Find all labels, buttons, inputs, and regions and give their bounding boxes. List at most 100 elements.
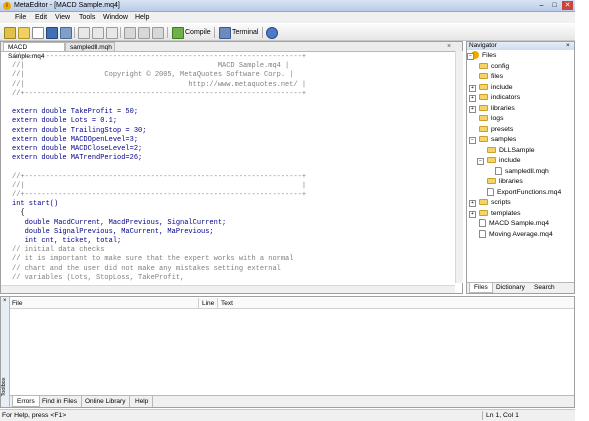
menu-view[interactable]: View <box>55 13 70 22</box>
column-text[interactable]: Text <box>221 299 233 308</box>
tab-search[interactable]: Search <box>530 283 559 293</box>
open-folder-icon[interactable] <box>18 27 30 39</box>
tree-item[interactable]: + include <box>467 83 574 94</box>
tab-find-in-files[interactable]: Find in Files <box>38 396 83 407</box>
tree-item[interactable]: − samples <box>467 135 574 146</box>
tree-expander-icon[interactable]: + <box>469 105 476 113</box>
terminal-button[interactable]: Terminal <box>232 28 258 37</box>
minimize-button[interactable]: – <box>536 1 547 10</box>
tree-item-label: presets <box>491 125 514 133</box>
folder-icon <box>479 62 488 69</box>
tab-dictionary[interactable]: Dictionary <box>492 283 529 293</box>
paste-icon[interactable] <box>106 27 118 39</box>
tree-item[interactable]: + libraries <box>467 104 574 115</box>
new-file-icon[interactable] <box>4 27 16 39</box>
code-line: //+-------------------------------------… <box>12 53 307 61</box>
menu-tools[interactable]: Tools <box>79 13 95 22</box>
toolbar-separator <box>167 27 168 38</box>
copy-icon[interactable] <box>92 27 104 39</box>
editor-vertical-scrollbar[interactable] <box>455 51 463 283</box>
tree-item-label: ExportFunctions.mq4 <box>497 188 562 196</box>
close-tab-icon[interactable]: × <box>447 42 451 51</box>
column-separator[interactable] <box>217 298 218 308</box>
tree-item[interactable]: Moving Average.mq4 <box>467 229 574 241</box>
document-icon[interactable] <box>32 27 44 39</box>
status-bar: For Help, press <F1> Ln 1, Col 1 <box>0 409 575 421</box>
toolbar-separator <box>214 27 215 38</box>
code-line: extern double MACDOpenLevel=3; <box>12 135 139 144</box>
tree-item[interactable]: config <box>467 62 574 73</box>
tree-item[interactable]: files <box>467 72 574 83</box>
save-icon[interactable] <box>46 27 58 39</box>
tree-item[interactable]: sampledll.mqh <box>467 166 574 178</box>
tree-item[interactable]: + templates <box>467 209 574 220</box>
tree-expander-icon[interactable]: − <box>477 158 484 165</box>
column-separator[interactable] <box>198 298 199 308</box>
compile-icon[interactable] <box>172 27 184 39</box>
find-icon[interactable] <box>152 27 164 39</box>
cut-icon[interactable] <box>78 27 90 39</box>
toolbox-tabs: Errors Find in Files Online Library Help <box>10 395 574 407</box>
tree-item[interactable]: logs <box>467 114 574 125</box>
tab-help[interactable]: Help <box>131 396 154 407</box>
code-line: int start() <box>12 200 59 209</box>
tree-item-label: logs <box>491 115 504 122</box>
tab-sampledll[interactable]: sampledll.mqh <box>65 42 115 51</box>
tree-item[interactable]: + indicators <box>467 93 574 104</box>
folder-icon <box>479 83 488 90</box>
tree-expander-icon[interactable]: + <box>469 200 476 207</box>
tree-item[interactable]: DLLSample <box>467 146 574 157</box>
menu-file[interactable]: File <box>15 13 26 22</box>
tree-item[interactable]: presets <box>467 125 574 136</box>
tree-item[interactable]: libraries <box>467 177 574 188</box>
tab-macd-sample[interactable]: MACD Sample.mq4 <box>3 42 65 60</box>
code-line: extern double TakeProfit = 50; <box>12 108 139 117</box>
folder-icon <box>479 115 488 122</box>
folder-icon <box>487 157 496 164</box>
compile-button[interactable]: Compile <box>185 28 211 37</box>
undo-icon[interactable] <box>124 27 136 39</box>
menu-help[interactable]: Help <box>135 13 149 22</box>
menu-edit[interactable]: Edit <box>35 13 47 22</box>
folder-icon <box>479 209 488 216</box>
file-icon <box>479 229 486 238</box>
tree-item-label: scripts <box>491 199 511 206</box>
editor-horizontal-scrollbar[interactable] <box>1 285 455 293</box>
menu-bar: File Edit View Tools Window Help <box>0 12 575 23</box>
tree-item[interactable]: MACD Sample.mq4 <box>467 219 574 230</box>
help-icon[interactable] <box>266 27 278 39</box>
tree-expander-icon[interactable]: + <box>469 84 476 92</box>
tree-expander-icon[interactable]: + <box>469 95 476 102</box>
editor-tab-strip: MACD Sample.mq4 sampledll.mqh × <box>1 42 462 60</box>
tree-item[interactable]: ExportFunctions.mq4 <box>467 187 574 199</box>
code-line: int cnt, ticket, total; <box>12 237 122 246</box>
maximize-button[interactable]: □ <box>549 1 560 10</box>
cursor-position: Ln 1, Col 1 <box>486 412 519 419</box>
tab-online-library[interactable]: Online Library <box>81 396 131 407</box>
redo-icon[interactable] <box>138 27 150 39</box>
terminal-icon[interactable] <box>219 27 231 39</box>
code-line: double MacdCurrent, MacdPrevious, Signal… <box>12 218 227 227</box>
close-window-button[interactable]: ✕ <box>562 1 573 10</box>
menu-window[interactable]: Window <box>103 13 128 22</box>
tree-item[interactable]: + scripts <box>467 198 574 209</box>
tree-item-label: Files <box>482 52 497 59</box>
code-line: extern double Lots = 0.1; <box>12 117 118 126</box>
tab-errors[interactable]: Errors <box>12 396 40 407</box>
toolbox-column-header: File Line Text <box>10 298 574 309</box>
code-line: // initial data checks <box>12 246 105 255</box>
navigator-close-icon[interactable]: × <box>566 42 570 50</box>
toolbox-close-icon[interactable]: × <box>3 298 7 304</box>
code-line: //+-------------------------------------… <box>12 172 307 181</box>
tab-files[interactable]: Files <box>469 283 493 293</box>
tree-item[interactable]: − include <box>467 156 574 167</box>
tree-expander-icon[interactable]: − <box>467 53 474 60</box>
column-file[interactable]: File <box>12 299 22 308</box>
tree-expander-icon[interactable]: + <box>469 210 476 218</box>
save-all-icon[interactable] <box>60 27 72 39</box>
tree-item[interactable]: − Files <box>467 51 574 62</box>
tree-expander-icon[interactable]: − <box>469 137 476 144</box>
column-line[interactable]: Line <box>202 299 214 308</box>
code-text[interactable]: //+-------------------------------------… <box>12 53 452 283</box>
code-line: double SignalPrevious, MaCurrent, MaPrev… <box>12 227 214 236</box>
